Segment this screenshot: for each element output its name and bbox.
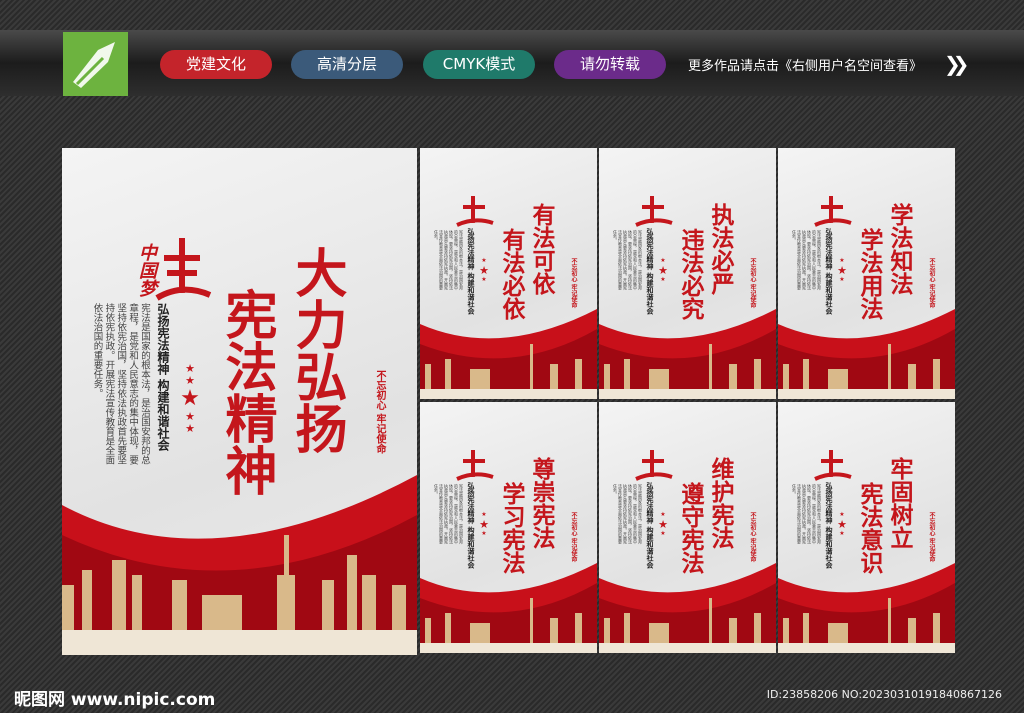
title-right: 大力弘扬 [286, 246, 347, 454]
stars-icon: ★ ★ ★ [479, 257, 489, 283]
seal-text: 不忘初心 牢记使命 [570, 258, 577, 309]
china-dream-logo-icon [635, 196, 673, 227]
seal-text: 不忘初心 牢记使命 [749, 258, 756, 309]
red-wave-decoration [599, 309, 776, 399]
red-wave-decoration [420, 309, 597, 399]
subtitle: 弘扬宪法精神 构建和谐社会 [825, 228, 834, 315]
small-poster: 尊崇宪法 学习宪法 弘扬宪法精神 构建和谐社会 宪法是国家的根本法，是治国安邦的… [420, 402, 597, 653]
subtitle: 弘扬宪法精神 构建和谐社会 [646, 228, 655, 315]
title-right: 执法必严 [707, 203, 734, 295]
stars-icon: ★ ★ ★ [658, 257, 668, 283]
title-left: 学习宪法 [498, 482, 525, 574]
stars-icon: ★ ★ ★ [837, 257, 847, 283]
title-left: 有法必依 [498, 228, 525, 320]
double-arrow-icon[interactable]: ❯❯ [944, 52, 969, 76]
subtitle: 弘扬宪法精神 构建和谐社会 [825, 482, 834, 569]
body-text: 宪法是国家的根本法，是治国安邦的总章程，是党和人民意志的集中体现，要坚持依宪治国… [613, 484, 643, 544]
red-wave-decoration [420, 563, 597, 653]
title-left: 宪法意识 [856, 482, 883, 574]
seal-text: 不忘初心 牢记使命 [749, 512, 756, 563]
tag-pill[interactable]: 高清分层 [291, 50, 403, 79]
seal-text: 不忘初心 牢记使命 [374, 370, 385, 454]
title-left: 违法必究 [677, 228, 704, 320]
stars-icon: ★ ★ ★ [479, 511, 489, 537]
red-wave-decoration [778, 563, 955, 653]
title-right: 尊崇宪法 [528, 457, 555, 549]
title-left: 学法用法 [856, 228, 883, 320]
subtitle: 弘扬宪法精神 构建和谐社会 [646, 482, 655, 569]
body-text: 宪法是国家的根本法，是治国安邦的总章程，是党和人民意志的集中体现，要坚持依宪治国… [613, 230, 643, 290]
title-right: 学法知法 [886, 203, 913, 295]
small-poster: 学法知法 学法用法 弘扬宪法精神 构建和谐社会 宪法是国家的根本法，是治国安邦的… [778, 148, 955, 399]
seal-text: 不忘初心 牢记使命 [570, 512, 577, 563]
body-text: 宪法是国家的根本法，是治国安邦的总章程，是党和人民意志的集中体现，要坚持依宪治国… [792, 484, 822, 544]
china-dream-logo-icon [456, 450, 494, 481]
china-dream-logo-icon [814, 450, 852, 481]
china-dream-logo-icon [635, 450, 673, 481]
title-left: 遵守宪法 [677, 482, 704, 574]
more-works-text[interactable]: 更多作品请点击《右侧用户名空间查看》 [688, 55, 922, 74]
body-text: 宪法是国家的根本法，是治国安邦的总章程，是党和人民意志的集中体现，要坚持依宪治国… [434, 484, 464, 544]
small-poster: 维护宪法 遵守宪法 弘扬宪法精神 构建和谐社会 宪法是国家的根本法，是治国安邦的… [599, 402, 776, 653]
tag-pill[interactable]: 请勿转载 [554, 50, 666, 79]
tag-pill[interactable]: CMYK模式 [423, 50, 535, 79]
body-text: 宪法是国家的根本法，是治国安邦的总章程，是党和人民意志的集中体现，要坚持依宪治国… [434, 230, 464, 290]
china-dream-logo-icon [456, 196, 494, 227]
red-wave-decoration [62, 475, 417, 655]
subtitle: 弘扬宪法精神 构建和谐社会 [467, 228, 476, 315]
title-left: 宪法精神 [216, 288, 277, 496]
image-id: ID:23858206 NO:20230310191840867126 [766, 688, 1002, 701]
pen-logo-icon [63, 32, 128, 96]
main-poster: 中国梦 大力弘扬 宪法精神 弘扬宪法精神 构建和谐社会 宪法是国家的根本法，是治… [62, 148, 417, 655]
stars-icon: ★ ★ ★ [837, 511, 847, 537]
small-poster: 有法可依 有法必依 弘扬宪法精神 构建和谐社会 宪法是国家的根本法，是治国安邦的… [420, 148, 597, 399]
body-text: 宪法是国家的根本法，是治国安邦的总章程，是党和人民意志的集中体现，要坚持依宪治国… [91, 303, 151, 465]
china-dream-logo-icon [155, 238, 212, 301]
seal-text: 不忘初心 牢记使命 [928, 258, 935, 309]
body-text: 宪法是国家的根本法，是治国安邦的总章程，是党和人民意志的集中体现，要坚持依宪治国… [792, 230, 822, 290]
subtitle: 弘扬宪法精神 构建和谐社会 [467, 482, 476, 569]
red-wave-decoration [778, 309, 955, 399]
seal-text: 不忘初心 牢记使命 [928, 512, 935, 563]
site-watermark: 昵图网 www.nipic.com [14, 690, 216, 710]
title-right: 有法可依 [528, 203, 555, 295]
tag-pill[interactable]: 党建文化 [160, 50, 272, 79]
title-right: 维护宪法 [707, 457, 734, 549]
red-wave-decoration [599, 563, 776, 653]
stars-icon: ★ ★ ★ [658, 511, 668, 537]
small-poster: 牢固树立 宪法意识 弘扬宪法精神 构建和谐社会 宪法是国家的根本法，是治国安邦的… [778, 402, 955, 653]
small-poster: 执法必严 违法必究 弘扬宪法精神 构建和谐社会 宪法是国家的根本法，是治国安邦的… [599, 148, 776, 399]
china-dream-logo-icon [814, 196, 852, 227]
subtitle: 弘扬宪法精神 构建和谐社会 [156, 303, 170, 452]
title-right: 牢固树立 [886, 457, 913, 549]
stars-icon: ★ ★ ★ ★ ★ [180, 362, 200, 436]
